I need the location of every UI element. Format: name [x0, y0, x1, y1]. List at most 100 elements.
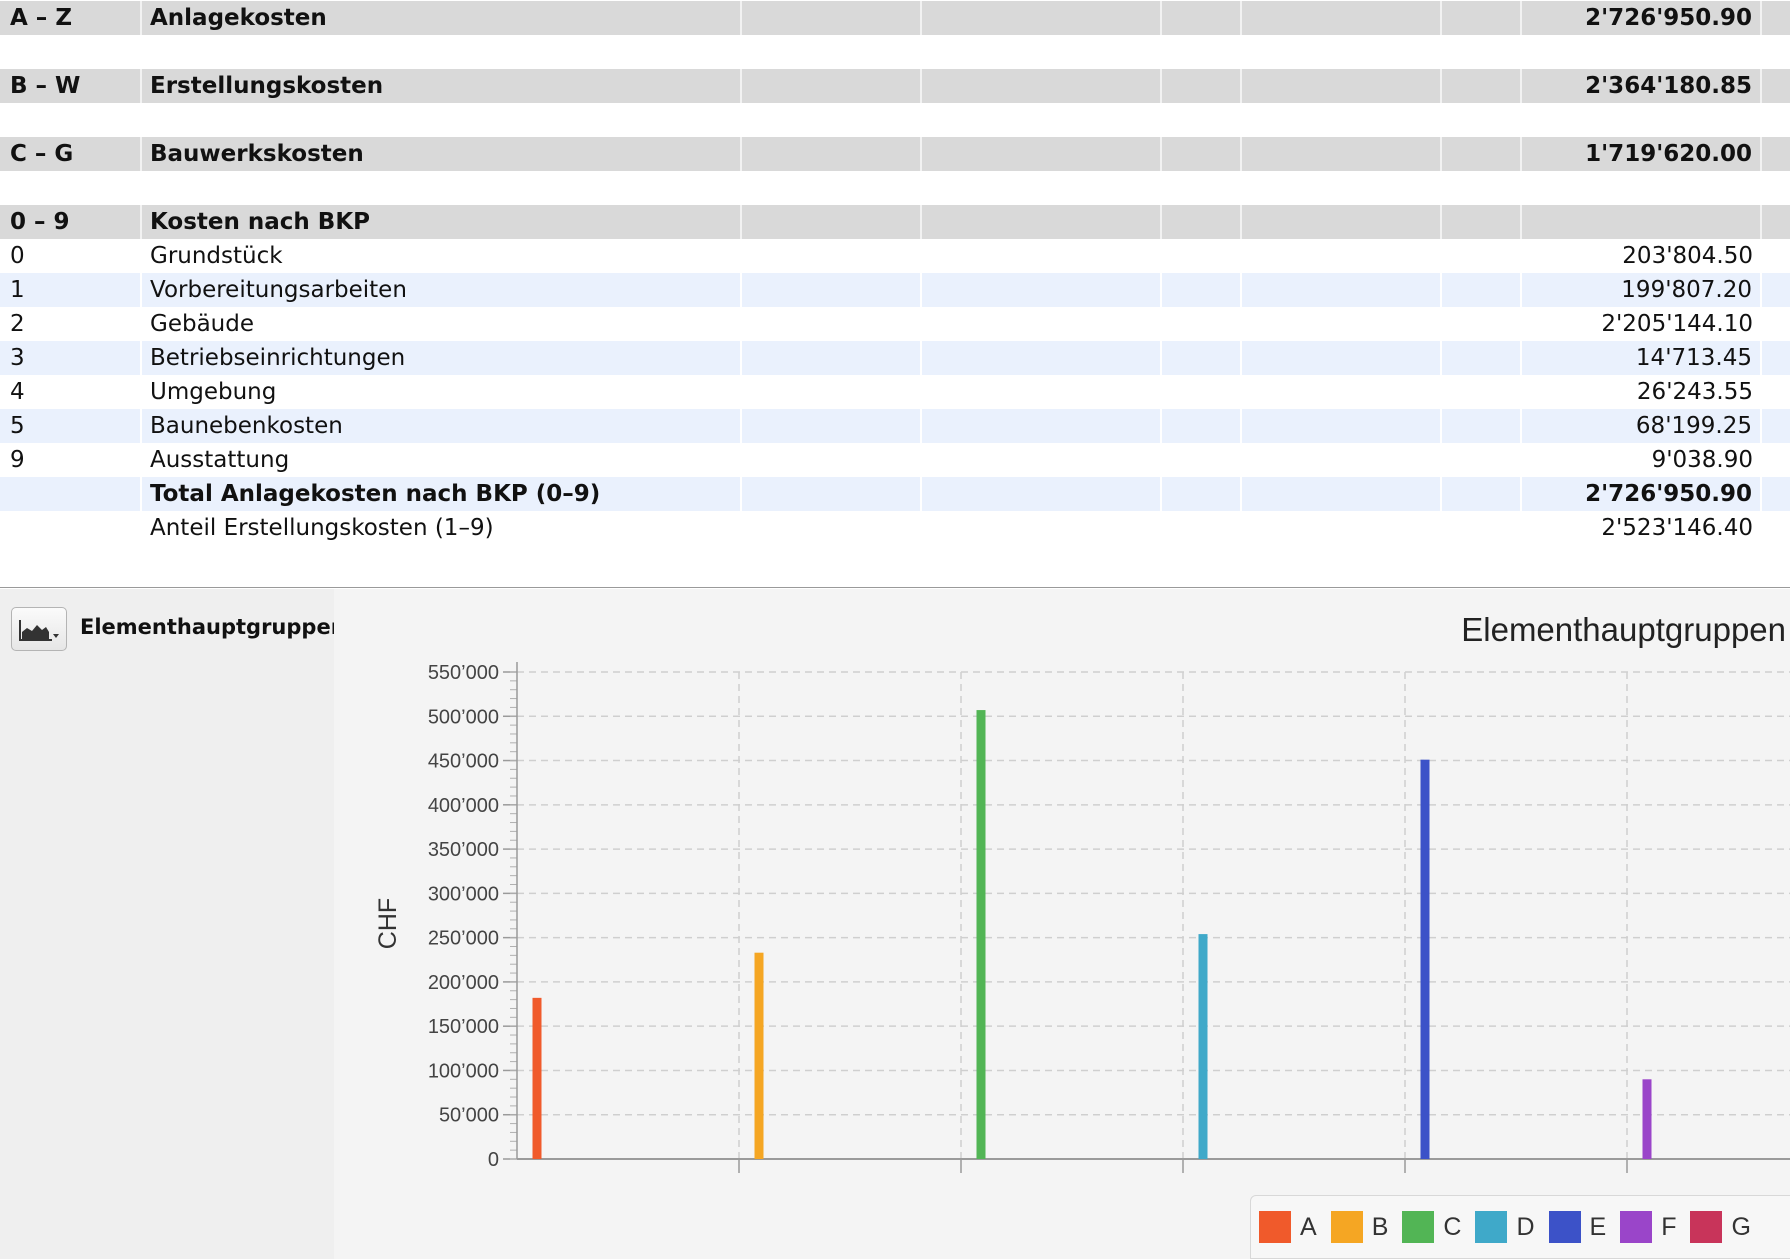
table-row[interactable]: 3 Betriebseinrichtungen 14'713.45 — [0, 341, 1790, 375]
area-chart-icon — [19, 620, 59, 641]
empty-cell — [922, 409, 1162, 443]
empty-cell — [742, 307, 922, 341]
empty-cell — [922, 137, 1162, 171]
y-tick-label: 0 — [488, 1149, 499, 1171]
row-value: 203'804.50 — [1622, 243, 1753, 269]
empty-cell — [1762, 307, 1790, 341]
empty-cell — [1442, 409, 1522, 443]
row-code: 0 — [10, 243, 25, 269]
empty-cell — [1442, 273, 1522, 307]
empty-cell — [1442, 205, 1522, 239]
legend-item[interactable]: A — [1259, 1211, 1317, 1243]
empty-cell — [1762, 511, 1790, 545]
empty-cell — [1442, 1, 1522, 35]
empty-cell — [1162, 375, 1242, 409]
row-value: 14'713.45 — [1522, 341, 1762, 375]
empty-cell — [1162, 69, 1242, 103]
table-row[interactable]: 5 Baunebenkosten 68'199.25 — [0, 409, 1790, 443]
legend-item[interactable]: E — [1548, 1211, 1607, 1243]
empty-cell — [742, 137, 922, 171]
legend-label: E — [1589, 1212, 1607, 1241]
table-group-row[interactable]: A – Z Anlagekosten 2'726'950.90 — [0, 1, 1790, 35]
empty-cell — [742, 477, 922, 511]
legend-swatch — [1690, 1211, 1723, 1243]
row-value: 199'807.20 — [1522, 273, 1762, 307]
row-code — [0, 477, 142, 511]
empty-cell — [1162, 239, 1242, 273]
legend-label: G — [1731, 1212, 1751, 1241]
chart-selector-title: Elementhauptgruppen — [80, 615, 346, 639]
row-code: 1 — [0, 273, 142, 307]
bar-b — [754, 952, 764, 1159]
empty-cell — [1442, 341, 1522, 375]
table-group-row[interactable]: B – W Erstellungskosten 2'364'180.85 — [0, 69, 1790, 103]
row-value: 2'364'180.85 — [1522, 69, 1762, 103]
empty-cell — [1442, 137, 1522, 171]
chart-title: Elementhauptgruppen — [1461, 611, 1786, 648]
empty-cell — [1242, 137, 1442, 171]
table-row[interactable]: Anteil Erstellungskosten (1–9) 2'523'146.… — [0, 511, 1790, 545]
legend-swatch — [1330, 1211, 1363, 1243]
legend-label: C — [1443, 1212, 1462, 1241]
row-code: 5 — [0, 409, 142, 443]
empty-cell — [742, 511, 922, 545]
table-row[interactable]: 0 Grundstück 203'804.50 — [0, 239, 1790, 273]
legend-item[interactable]: C — [1402, 1211, 1461, 1243]
row-name: Bauwerkskosten — [142, 137, 742, 171]
empty-cell — [1162, 477, 1242, 511]
empty-cell — [1762, 409, 1790, 443]
chart-type-button[interactable] — [11, 607, 67, 651]
table-row[interactable]: 9 Ausstattung 9'038.90 — [0, 443, 1790, 477]
empty-cell — [742, 273, 922, 307]
empty-cell — [1242, 69, 1442, 103]
empty-cell — [1242, 511, 1442, 545]
legend-swatch — [1259, 1211, 1291, 1243]
empty-cell — [1762, 375, 1790, 409]
row-code: 3 — [0, 341, 142, 375]
row-value: 9'038.90 — [1651, 447, 1753, 473]
empty-cell — [1762, 69, 1790, 103]
bar-f — [1642, 1079, 1652, 1159]
legend-item[interactable]: G — [1690, 1211, 1751, 1243]
y-tick-label: 550’000 — [428, 662, 499, 684]
empty-cell — [1242, 307, 1442, 341]
row-value: 2'726'950.90 — [1522, 1, 1762, 35]
row-code — [0, 511, 142, 545]
empty-cell — [922, 205, 1162, 239]
table-group-row[interactable]: 0 – 9 Kosten nach BKP — [0, 205, 1790, 239]
row-code: 0 – 9 — [0, 205, 142, 239]
chart-canvas: Elementhauptgruppen 0 50’000 100’000 150’000… — [374, 611, 1790, 1173]
empty-cell — [1442, 69, 1522, 103]
empty-cell — [1442, 375, 1522, 409]
empty-cell — [1242, 1, 1442, 35]
legend-item[interactable]: D — [1475, 1211, 1535, 1243]
table-row[interactable]: 4 Umgebung 26'243.55 — [0, 375, 1790, 409]
y-tick-label: 450’000 — [428, 751, 499, 773]
table-row[interactable]: 1 Vorbereitungsarbeiten 199'807.20 — [0, 273, 1790, 307]
empty-cell — [1162, 341, 1242, 375]
empty-cell — [742, 341, 922, 375]
empty-cell — [1442, 307, 1522, 341]
empty-cell — [742, 375, 922, 409]
legend-label: D — [1516, 1212, 1535, 1241]
row-name: Total Anlagekosten nach BKP (0–9) — [142, 477, 742, 511]
empty-cell — [1762, 273, 1790, 307]
bar-d — [1198, 934, 1208, 1159]
empty-cell — [922, 477, 1162, 511]
empty-cell — [922, 443, 1162, 477]
empty-cell — [922, 307, 1162, 341]
legend-item[interactable]: B — [1330, 1211, 1388, 1243]
legend-label: F — [1661, 1212, 1677, 1241]
empty-cell — [922, 273, 1162, 307]
empty-cell — [1242, 409, 1442, 443]
chart-sidebar: Elementhauptgruppen — [0, 589, 346, 1259]
empty-cell — [1162, 205, 1242, 239]
empty-cell — [1242, 477, 1442, 511]
bar-a — [532, 997, 542, 1159]
legend-item[interactable]: F — [1620, 1211, 1676, 1243]
table-row[interactable]: 2 Gebäude 2'205'144.10 — [0, 307, 1790, 341]
cost-table: A – Z Anlagekosten 2'726'950.90 B – W Erstel… — [0, 0, 1790, 588]
table-row[interactable]: Total Anlagekosten nach BKP (0–9) 2'726'9… — [0, 477, 1790, 511]
table-group-row[interactable]: C – G Bauwerkskosten 1'719'620.00 — [0, 137, 1790, 171]
table-spacer-row — [0, 171, 1790, 205]
